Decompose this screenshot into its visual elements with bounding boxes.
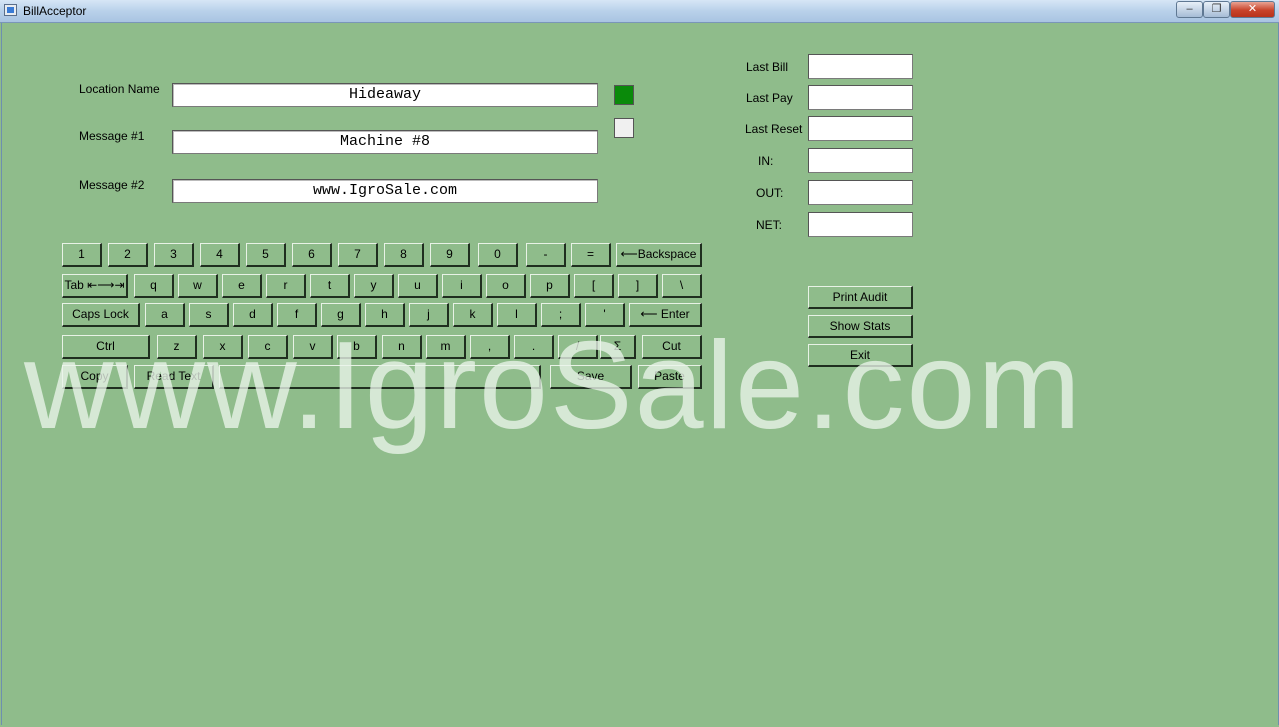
location-name-field[interactable]: Hideaway [172, 83, 598, 107]
key-a[interactable]: a [145, 303, 185, 327]
key-j[interactable]: j [409, 303, 449, 327]
key-6[interactable]: 6 [292, 243, 332, 267]
key-slash[interactable]: / [558, 335, 598, 359]
key-minus[interactable]: - [526, 243, 566, 267]
key-9[interactable]: 9 [430, 243, 470, 267]
key-0[interactable]: 0 [478, 243, 518, 267]
show-stats-button[interactable]: Show Stats [808, 315, 913, 338]
message2-label: Message #2 [79, 178, 145, 192]
key-r[interactable]: r [266, 274, 306, 298]
key-f[interactable]: f [277, 303, 317, 327]
key-n[interactable]: n [382, 335, 422, 359]
key-z[interactable]: z [157, 335, 197, 359]
last-pay-field[interactable] [808, 85, 913, 110]
out-field[interactable] [808, 180, 913, 205]
key-u[interactable]: u [398, 274, 438, 298]
key-k[interactable]: k [453, 303, 493, 327]
out-label: OUT: [756, 186, 784, 200]
last-bill-label: Last Bill [746, 60, 789, 74]
key-g[interactable]: g [321, 303, 361, 327]
key-3[interactable]: 3 [154, 243, 194, 267]
key-equals[interactable]: = [571, 243, 611, 267]
key-w[interactable]: w [178, 274, 218, 298]
key-save[interactable]: Save [550, 365, 632, 389]
key-tab[interactable]: Tab ⇤⟶⇥ [62, 274, 128, 298]
last-pay-label: Last Pay [746, 91, 793, 105]
key-1[interactable]: 1 [62, 243, 102, 267]
main-panel: Location Name Hideaway Message #1 Machin… [1, 23, 1279, 725]
key-5[interactable]: 5 [246, 243, 286, 267]
key-backslash[interactable]: \ [662, 274, 702, 298]
key-open-bracket[interactable]: [ [574, 274, 614, 298]
key-x[interactable]: x [203, 335, 243, 359]
key-paste[interactable]: Paste [638, 365, 702, 389]
key-l[interactable]: l [497, 303, 537, 327]
key-h[interactable]: h [365, 303, 405, 327]
key-b[interactable]: b [337, 335, 377, 359]
key-s[interactable]: s [189, 303, 229, 327]
status-indicator-inactive[interactable] [614, 118, 634, 138]
key-ctrl[interactable]: Ctrl [62, 335, 150, 359]
key-close-bracket[interactable]: ] [618, 274, 658, 298]
exit-button[interactable]: Exit [808, 344, 913, 367]
message1-field[interactable]: Machine #8 [172, 130, 598, 154]
key-y[interactable]: y [354, 274, 394, 298]
key-copy[interactable]: Copy [62, 365, 128, 389]
key-sigma[interactable]: Σ [600, 335, 636, 359]
key-4[interactable]: 4 [200, 243, 240, 267]
key-enter[interactable]: ⟵ Enter [629, 303, 702, 327]
in-label: IN: [758, 154, 774, 168]
message2-field[interactable]: www.IgroSale.com [172, 179, 598, 203]
key-m[interactable]: m [426, 335, 466, 359]
key-v[interactable]: v [293, 335, 333, 359]
key-cut[interactable]: Cut [642, 335, 702, 359]
key-space[interactable] [219, 365, 541, 389]
key-caps-lock[interactable]: Caps Lock [62, 303, 140, 327]
key-2[interactable]: 2 [108, 243, 148, 267]
key-c[interactable]: c [248, 335, 288, 359]
key-7[interactable]: 7 [338, 243, 378, 267]
close-button[interactable]: ✕ [1230, 1, 1275, 18]
key-p[interactable]: p [530, 274, 570, 298]
minimize-button[interactable]: ‒ [1176, 1, 1203, 18]
key-backspace[interactable]: ⟵Backspace [616, 243, 702, 267]
key-d[interactable]: d [233, 303, 273, 327]
maximize-button[interactable]: ❐ [1203, 1, 1230, 18]
key-t[interactable]: t [310, 274, 350, 298]
in-field[interactable] [808, 148, 913, 173]
key-8[interactable]: 8 [384, 243, 424, 267]
print-audit-button[interactable]: Print Audit [808, 286, 913, 309]
key-semicolon[interactable]: ; [541, 303, 581, 327]
key-e[interactable]: e [222, 274, 262, 298]
key-i[interactable]: i [442, 274, 482, 298]
last-reset-field[interactable] [808, 116, 913, 141]
status-indicator-active[interactable] [614, 85, 634, 105]
key-q[interactable]: q [134, 274, 174, 298]
key-o[interactable]: o [486, 274, 526, 298]
last-reset-label: Last Reset [745, 122, 803, 136]
key-quote[interactable]: ' [585, 303, 625, 327]
app-icon [4, 4, 17, 16]
last-bill-field[interactable] [808, 54, 913, 79]
key-read-text[interactable]: Read Text [134, 365, 214, 389]
window-title: BillAcceptor [23, 4, 87, 18]
net-field[interactable] [808, 212, 913, 237]
title-bar: BillAcceptor ‒ ❐ ✕ [0, 0, 1279, 23]
message1-label: Message #1 [79, 129, 145, 143]
net-label: NET: [756, 218, 783, 232]
key-comma[interactable]: , [470, 335, 510, 359]
key-period[interactable]: . [514, 335, 554, 359]
location-name-label: Location Name [79, 82, 160, 96]
